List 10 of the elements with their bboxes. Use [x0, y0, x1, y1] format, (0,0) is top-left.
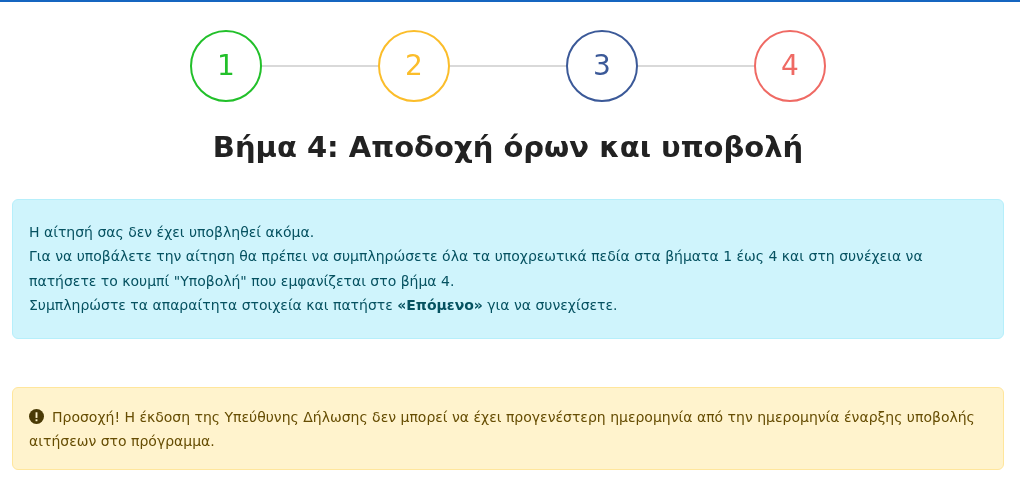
step-circle[interactable]: 3: [566, 30, 638, 102]
step-circle[interactable]: 1: [190, 30, 262, 102]
exclamation-icon: [29, 408, 44, 424]
step-circle[interactable]: 2: [378, 30, 450, 102]
info-text: Για να υποβάλετε την αίτηση θα πρέπει να συμπληρώσετε όλα τα υποχρεωτικά πεδία στα βήματα 1 έως 4 και στη συνέχεια να πατήσετε το κουμπί "Υποβολή" που εμφανίζεται στο βήμα 4.: [29, 247, 924, 291]
info-text: Συμπληρώστε τα απαραίτητα στοιχεία και πατήστε «Επόμενο» για να συνεχίσετε.: [29, 296, 619, 316]
info-text: Η αίτησή σας δεν έχει υποβληθεί ακόμα.: [29, 222, 316, 242]
step-circle[interactable]: 4: [754, 30, 826, 102]
warning-text: Προσοχή! Η έκδοση της Υπεύθυνης Δήλωσης δεν μπορεί να έχει προγενέστερη ημερομηνία από την ημερομηνία έναρξης υποβολής αιτήσεων στο πρόγραμμα.: [29, 407, 976, 452]
page-title: Βήμα 4: Αποδοχή όρων και υποβολή: [211, 130, 805, 165]
